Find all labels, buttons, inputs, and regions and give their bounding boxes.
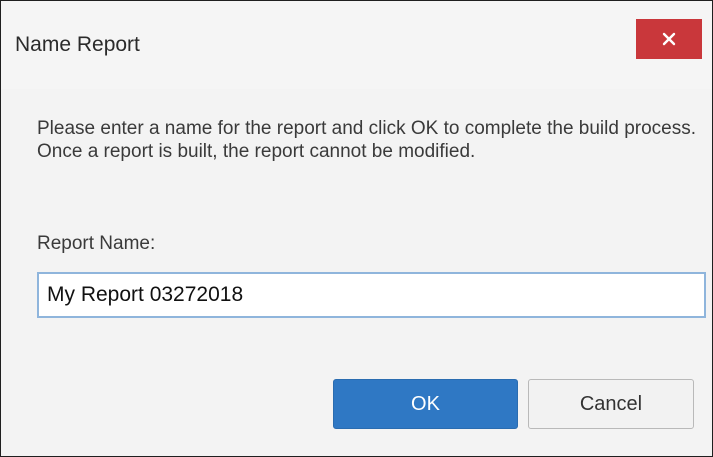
dialog-title: Name Report [15,33,140,56]
report-name-label: Report Name: [37,233,156,254]
report-name-input[interactable] [37,272,706,318]
close-icon [662,32,676,46]
cancel-button[interactable]: Cancel [528,379,694,429]
name-report-dialog: Name Report Please enter a name for the … [0,0,713,457]
ok-button[interactable]: OK [333,379,518,429]
dialog-message: Please enter a name for the report and c… [37,118,697,162]
close-button[interactable] [636,19,702,59]
dialog-titlebar: Name Report [1,1,712,89]
